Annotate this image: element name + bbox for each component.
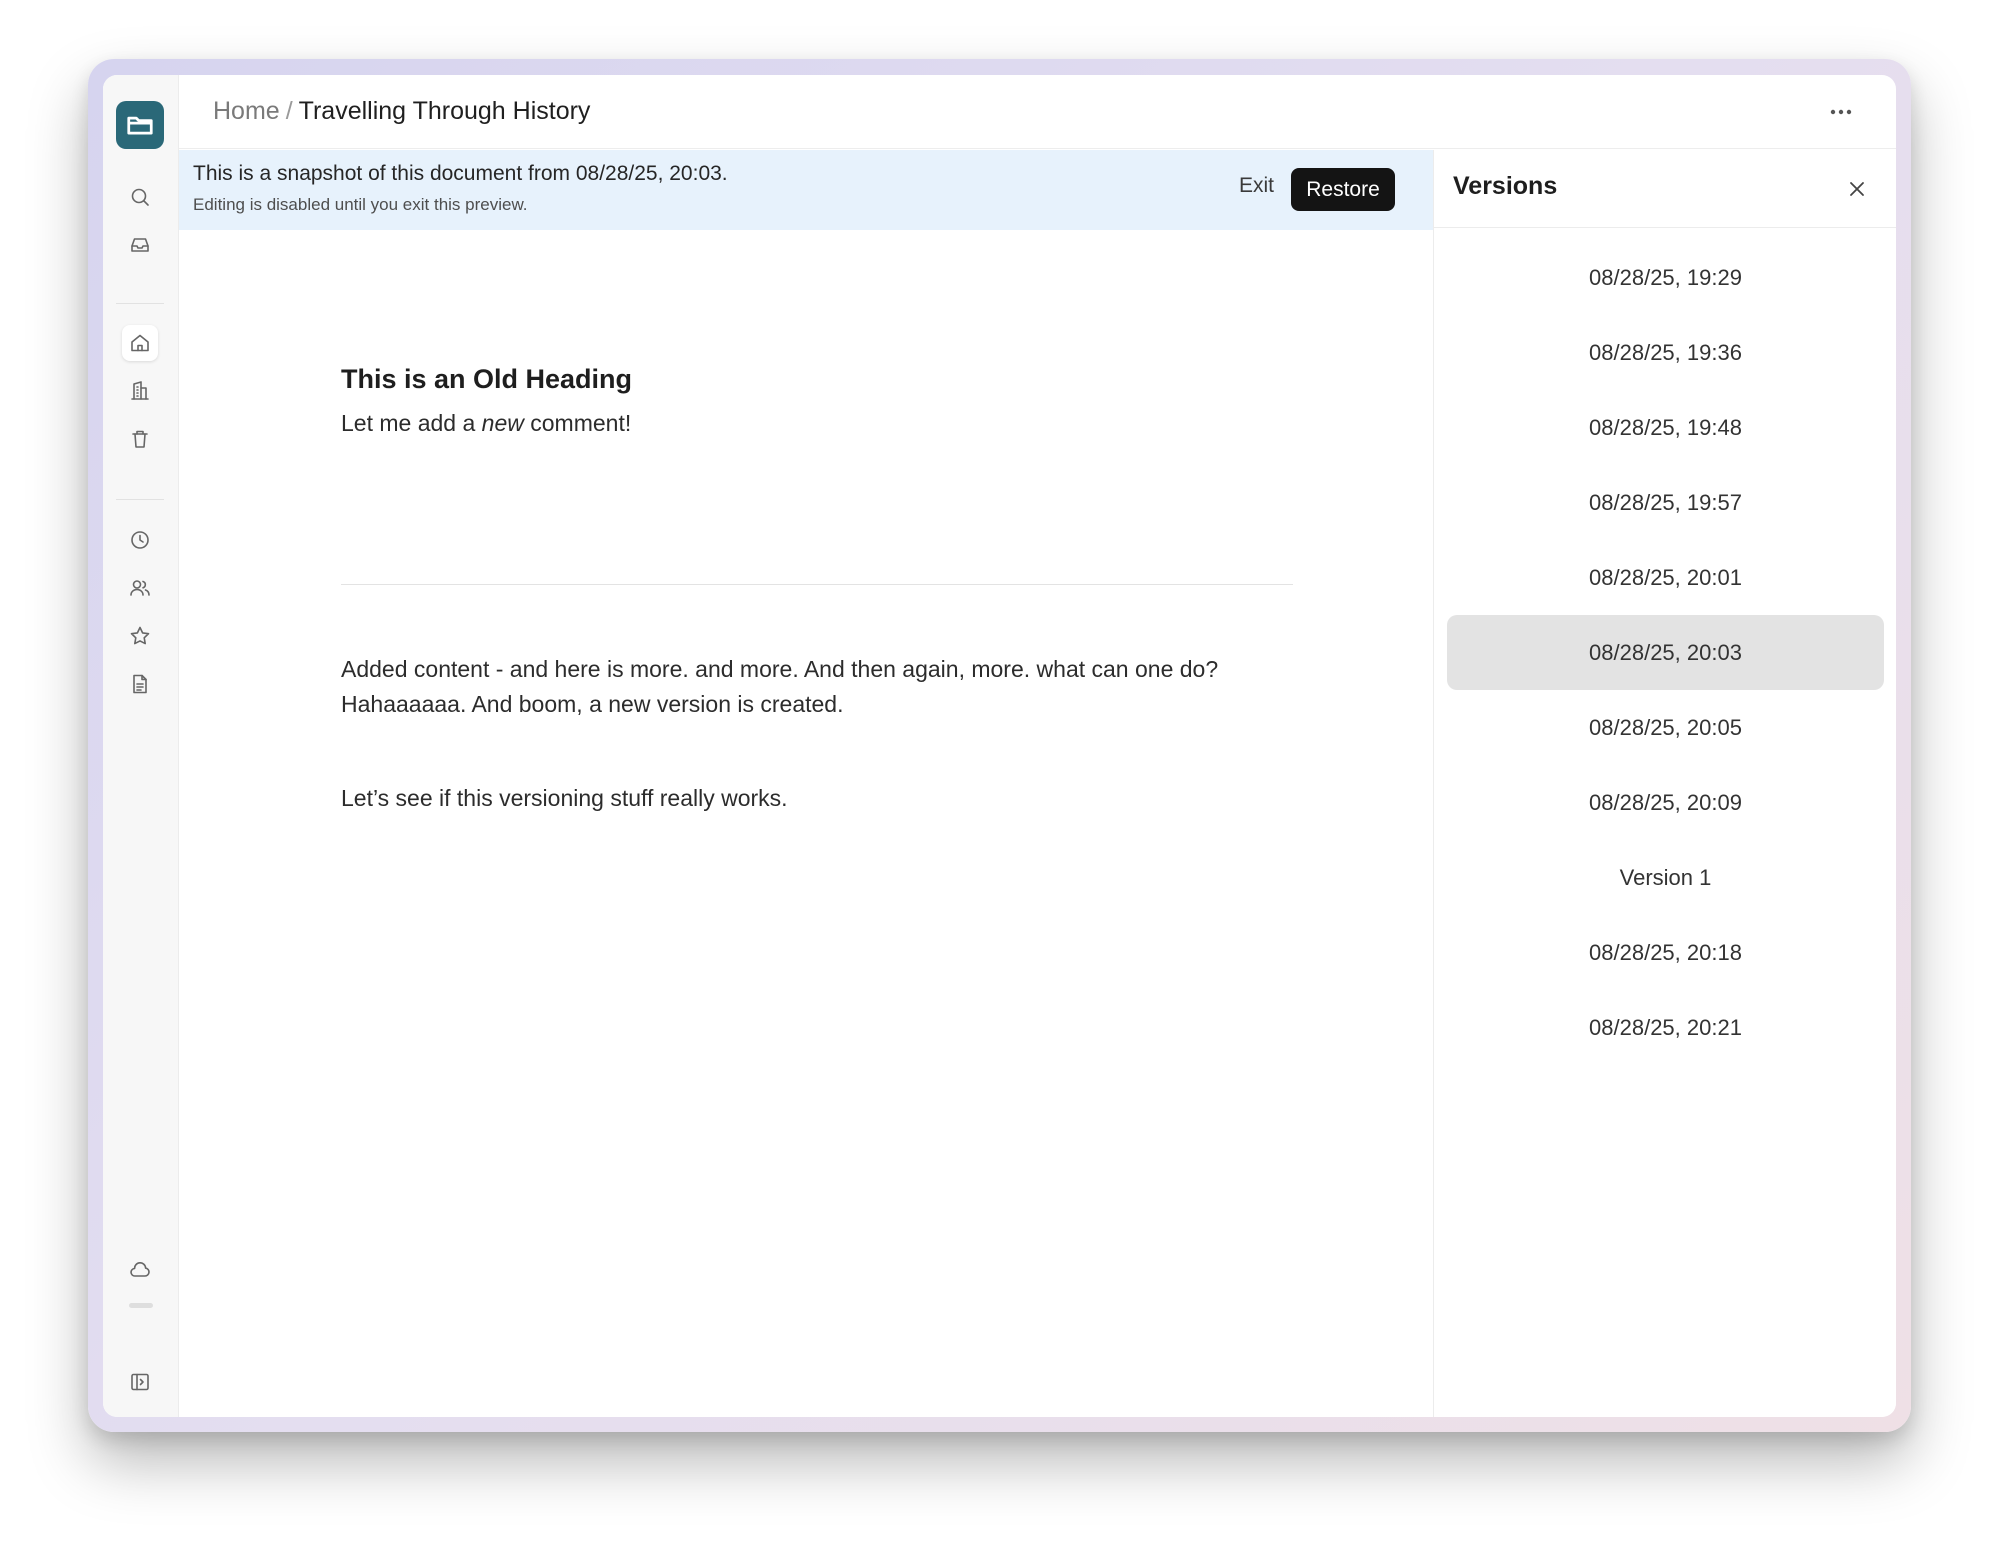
restore-button[interactable]: Restore — [1291, 168, 1395, 211]
document-paragraph: Let’s see if this versioning stuff reall… — [341, 785, 788, 811]
version-item[interactable]: 08/28/25, 19:57 — [1447, 465, 1884, 540]
building-icon[interactable] — [122, 373, 158, 409]
version-item[interactable]: 08/28/25, 20:01 — [1447, 540, 1884, 615]
breadcrumb: Home / Travelling Through History — [213, 97, 590, 126]
versions-header: Versions — [1434, 150, 1896, 228]
close-icon[interactable] — [1844, 176, 1870, 202]
sidebar — [103, 75, 179, 1417]
cloud-icon[interactable] — [122, 1252, 158, 1288]
clock-icon[interactable] — [122, 522, 158, 558]
document-paragraph: Let me add a new comment! — [341, 410, 631, 437]
document-heading: This is an Old Heading — [341, 364, 633, 394]
version-item[interactable]: Version 1 — [1447, 840, 1884, 915]
version-item[interactable]: 08/28/25, 19:36 — [1447, 315, 1884, 390]
more-options-icon[interactable] — [1826, 97, 1856, 127]
breadcrumb-home[interactable]: Home — [213, 97, 280, 125]
versions-list: 08/28/25, 19:29 08/28/25, 19:36 08/28/25, … — [1447, 240, 1884, 1065]
app-window: Home / Travelling Through History This is … — [103, 75, 1896, 1417]
version-item[interactable]: 08/28/25, 19:48 — [1447, 390, 1884, 465]
star-icon[interactable] — [122, 618, 158, 654]
trash-icon[interactable] — [122, 421, 158, 457]
version-item[interactable]: 08/28/25, 19:29 — [1447, 240, 1884, 315]
exit-button[interactable]: Exit — [1239, 174, 1274, 198]
home-icon[interactable] — [122, 325, 158, 361]
paragraph-text: Let me add a — [341, 410, 482, 436]
snapshot-banner: This is a snapshot of this document from… — [179, 150, 1433, 230]
versions-title: Versions — [1453, 172, 1558, 200]
sync-indicator — [129, 1303, 153, 1308]
sidebar-divider — [116, 303, 164, 304]
users-icon[interactable] — [122, 570, 158, 606]
folder-icon[interactable] — [116, 101, 164, 149]
version-item[interactable]: 08/28/25, 20:21 — [1447, 990, 1884, 1065]
document-icon[interactable] — [122, 666, 158, 702]
inbox-icon[interactable] — [122, 227, 158, 263]
top-bar: Home / Travelling Through History — [179, 75, 1896, 149]
page-title: Travelling Through History — [298, 97, 591, 125]
search-icon[interactable] — [122, 179, 158, 215]
banner-title: This is a snapshot of this document from… — [193, 162, 728, 185]
breadcrumb-separator: / — [285, 97, 293, 125]
versions-panel: Versions 08/28/25, 19:29 08/28/25, 19:36 0… — [1433, 150, 1896, 1417]
version-item[interactable]: 08/28/25, 20:09 — [1447, 765, 1884, 840]
horizontal-rule — [341, 584, 1293, 585]
banner-subtitle: Editing is disabled until you exit this … — [193, 195, 528, 214]
version-item[interactable]: 08/28/25, 20:05 — [1447, 690, 1884, 765]
paragraph-emphasis: new — [481, 410, 524, 436]
version-item[interactable]: 08/28/25, 20:18 — [1447, 915, 1884, 990]
paragraph-text: comment! — [523, 410, 632, 436]
sidebar-toggle-icon[interactable] — [122, 1364, 158, 1400]
sidebar-divider — [116, 499, 164, 500]
version-item[interactable]: 08/28/25, 20:03 — [1447, 615, 1884, 690]
document-paragraph: Added content - and here is more. and mo… — [341, 656, 1219, 717]
